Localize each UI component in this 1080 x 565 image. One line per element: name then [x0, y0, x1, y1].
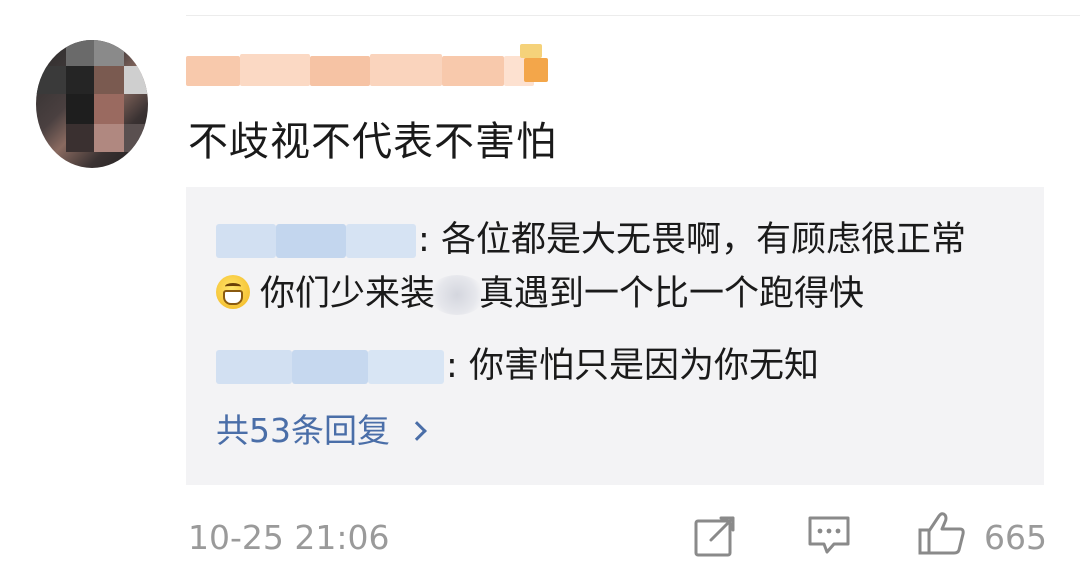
grin-icon — [216, 275, 250, 309]
reply-text: 各位都是大无畏啊，有顾虑很正常 — [440, 220, 966, 260]
avatar[interactable] — [36, 40, 148, 168]
reply-text: 你害怕只是因为你无知 — [468, 346, 819, 386]
timestamp: 10-25 21:06 — [188, 518, 390, 557]
reply-box[interactable]: : 各位都是大无畏啊，有顾虑很正常 你们少来装 真遇到一个比一个跑得快 : 你害怕… — [186, 187, 1044, 485]
blurred-spot — [429, 275, 486, 315]
top-divider — [186, 15, 1080, 16]
reply-author-blurred[interactable] — [216, 350, 444, 384]
reply-colon: : — [418, 220, 430, 260]
reply-colon: : — [446, 346, 458, 386]
reply-text-after: 你们少来装 — [260, 274, 436, 314]
reply-item[interactable]: : 你害怕只是因为你无知 — [216, 339, 819, 393]
more-replies-label: 共53条回复 — [216, 411, 390, 450]
comment-icon[interactable] — [806, 514, 852, 558]
chevron-right-icon — [407, 421, 427, 441]
thumbs-up-icon[interactable] — [917, 510, 967, 556]
like-count: 665 — [984, 518, 1047, 557]
share-icon[interactable] — [693, 514, 737, 558]
reply-item[interactable]: : 各位都是大无畏啊，有顾虑很正常 你们少来装 真遇到一个比一个跑得快 — [216, 213, 1006, 321]
more-replies-link[interactable]: 共53条回复 — [216, 409, 427, 453]
comment-text: 不歧视不代表不害怕 — [188, 119, 557, 165]
username-blurred[interactable] — [186, 44, 558, 92]
reply-text-tail: 真遇到一个比一个跑得快 — [479, 274, 865, 314]
reply-author-blurred[interactable] — [216, 224, 416, 258]
